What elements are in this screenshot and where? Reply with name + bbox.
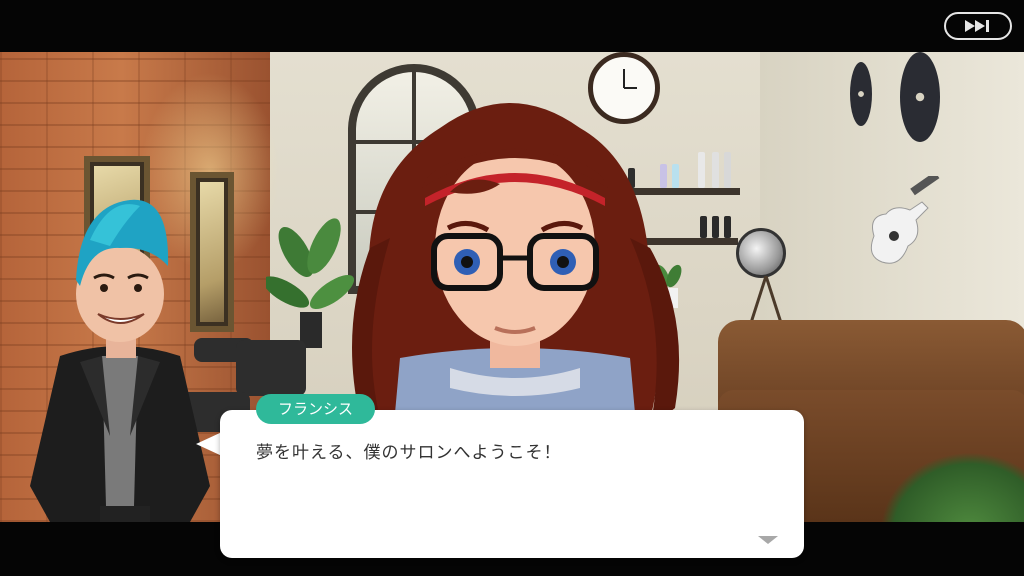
- top-letterbox-bar: [0, 0, 1024, 52]
- studio-lamp: [736, 228, 786, 278]
- wall-record: [900, 52, 940, 142]
- wall-guitar: [870, 176, 940, 264]
- salon-chair: [236, 340, 306, 396]
- chevron-down-icon[interactable]: [758, 536, 778, 544]
- dialog-box[interactable]: [220, 410, 804, 558]
- francis-character: [30, 199, 210, 522]
- wall-record: [850, 62, 872, 126]
- potted-plant: [880, 452, 1024, 522]
- skip-button[interactable]: [944, 12, 1012, 40]
- lamp-tripod: [748, 276, 784, 326]
- dialog-tail: [196, 432, 222, 456]
- speaker-name-tag: フランシス: [256, 394, 376, 424]
- fast-forward-icon: [965, 20, 989, 32]
- dialog-text: 夢を叶える、僕のサロンへようこそ！: [256, 443, 562, 463]
